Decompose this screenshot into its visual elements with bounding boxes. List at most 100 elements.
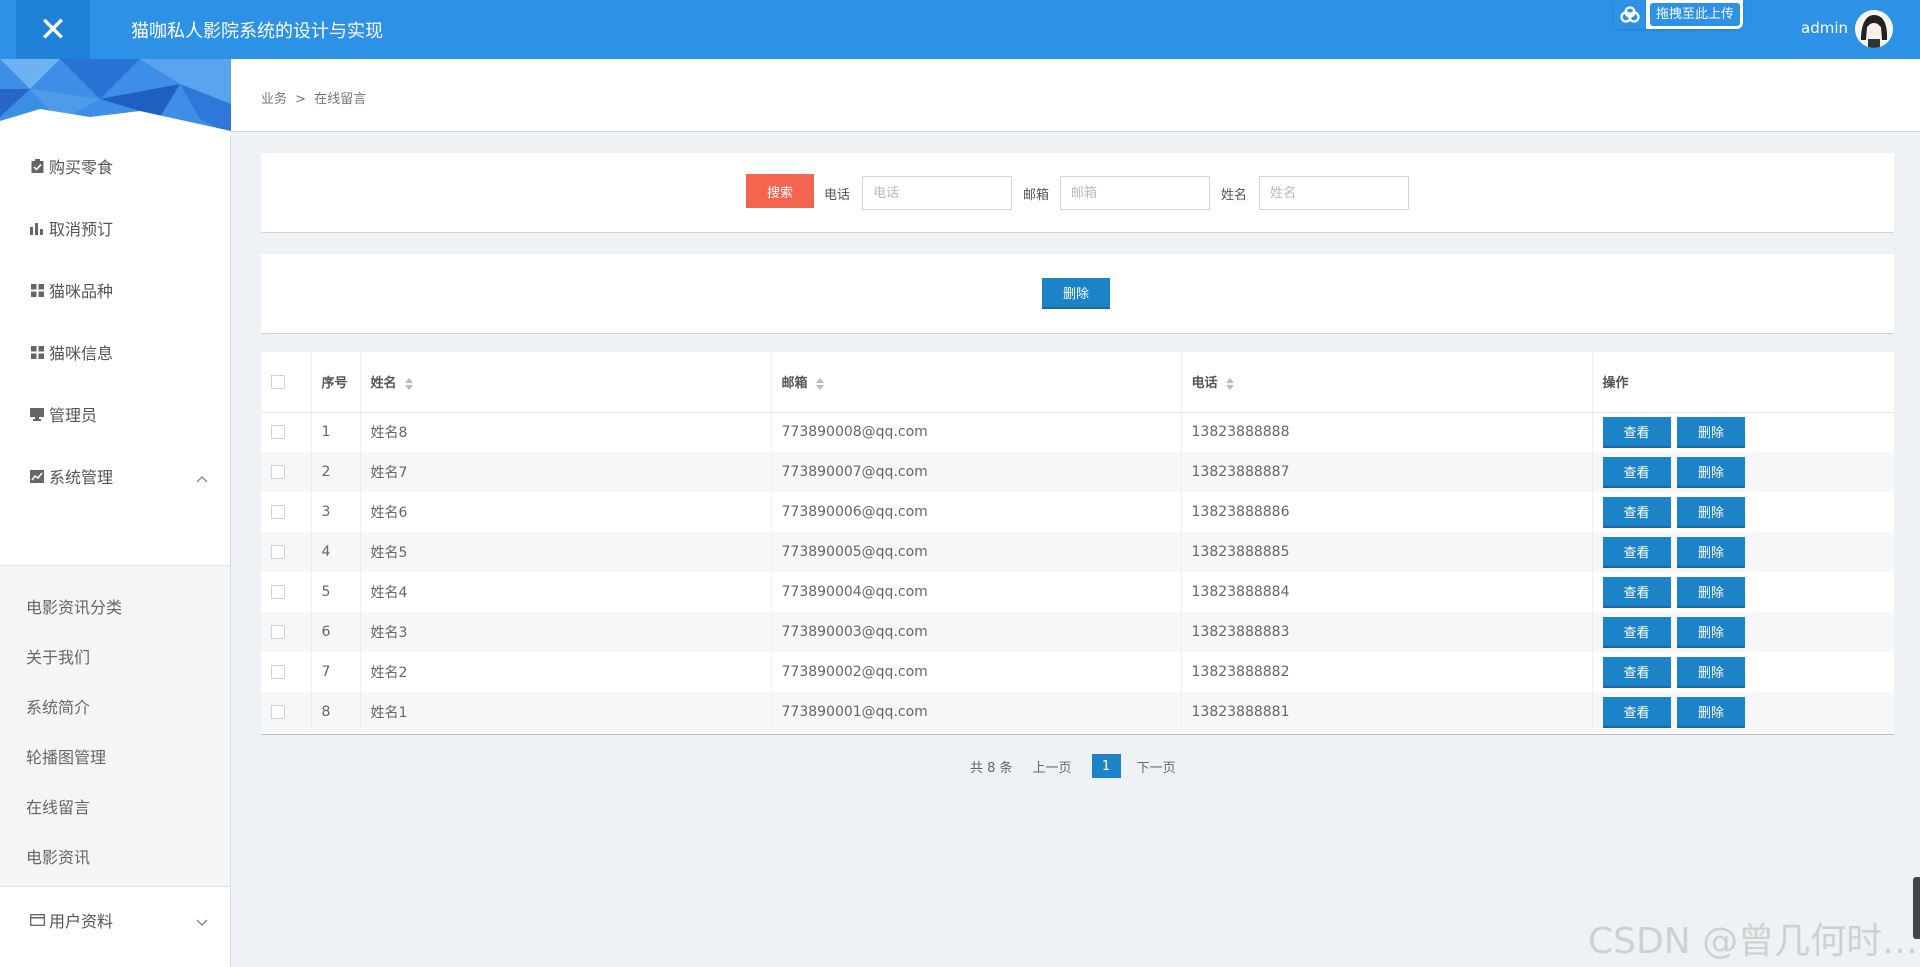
- row-name: 姓名7: [360, 452, 772, 492]
- app-title: 猫咖私人影院系统的设计与实现: [131, 21, 383, 42]
- pagination-total: 共 8 条: [970, 760, 1013, 776]
- sidebar-item-cat-breeds[interactable]: 猫咪品种: [0, 259, 230, 321]
- breadcrumb: 业务 > 在线留言: [261, 88, 366, 107]
- delete-button[interactable]: 删除: [1676, 536, 1745, 568]
- delete-button[interactable]: 删除: [1676, 576, 1745, 608]
- sidebar-item-label: 管理员: [49, 406, 98, 425]
- next-page-link[interactable]: 下一页: [1137, 757, 1176, 776]
- watermark: CSDN @曾几何时…: [1588, 921, 1919, 962]
- table-row: 6 姓名3 773890003@qq.com 13823888883 查看 删除: [261, 612, 1894, 652]
- chevron-up-icon: [196, 468, 208, 487]
- view-button[interactable]: 查看: [1602, 576, 1671, 608]
- current-page-button[interactable]: 1: [1091, 754, 1121, 778]
- prev-page-link[interactable]: 上一页: [1033, 757, 1072, 776]
- row-index: 2: [311, 452, 361, 492]
- row-checkbox[interactable]: [271, 465, 285, 479]
- close-menu-button[interactable]: ✕: [16, 0, 90, 59]
- row-email: 773890001@qq.com: [771, 692, 1182, 732]
- view-button[interactable]: 查看: [1602, 656, 1671, 688]
- email-search-input[interactable]: [1060, 176, 1210, 210]
- submenu-item-carousel-management[interactable]: 轮播图管理: [26, 744, 106, 768]
- sort-icon[interactable]: [404, 377, 413, 390]
- row-checkbox[interactable]: [271, 505, 285, 519]
- view-button[interactable]: 查看: [1602, 616, 1671, 648]
- messages-table: 序号 姓名 邮箱 电话 操作 1 姓名8 773890008@qq.com 13823…: [261, 352, 1894, 732]
- row-checkbox[interactable]: [271, 625, 285, 639]
- breadcrumb-parent[interactable]: 业务: [261, 92, 287, 107]
- row-select-cell: [261, 532, 312, 572]
- row-checkbox[interactable]: [271, 705, 285, 719]
- sidebar-item-user-profile[interactable]: 用户资料: [0, 889, 230, 951]
- grid-icon: [29, 344, 45, 360]
- delete-button[interactable]: 删除: [1676, 496, 1745, 528]
- view-button[interactable]: 查看: [1602, 536, 1671, 568]
- submenu-item-movie-news-category[interactable]: 电影资讯分类: [26, 594, 122, 618]
- delete-button[interactable]: 删除: [1676, 696, 1745, 728]
- select-all-checkbox[interactable]: [271, 374, 285, 389]
- submenu-item-online-messages[interactable]: 在线留言: [26, 794, 90, 818]
- column-header-name[interactable]: 姓名: [360, 352, 772, 413]
- delete-button[interactable]: 删除: [1676, 416, 1745, 448]
- name-search-input[interactable]: [1259, 176, 1409, 210]
- close-icon: ✕: [38, 9, 68, 50]
- scroll-handle[interactable]: [1913, 877, 1920, 939]
- row-checkbox[interactable]: [271, 545, 285, 559]
- search-button[interactable]: 搜索: [746, 174, 814, 208]
- view-button[interactable]: 查看: [1602, 456, 1671, 488]
- row-index: 5: [311, 572, 361, 612]
- row-email: 773890008@qq.com: [771, 412, 1182, 452]
- row-name: 姓名3: [360, 612, 772, 652]
- sidebar-item-system-management[interactable]: 系统管理: [0, 445, 230, 507]
- view-button[interactable]: 查看: [1602, 416, 1671, 448]
- delete-button[interactable]: 删除: [1676, 616, 1745, 648]
- sidebar-item-cat-info[interactable]: 猫咪信息: [0, 321, 230, 383]
- avatar[interactable]: [1855, 10, 1893, 48]
- column-header-actions: 操作: [1592, 352, 1894, 413]
- row-actions: 查看 删除: [1592, 492, 1894, 532]
- table-row: 5 姓名4 773890004@qq.com 13823888884 查看 删除: [261, 572, 1894, 612]
- row-select-cell: [261, 572, 312, 612]
- row-checkbox[interactable]: [271, 665, 285, 679]
- monitor-icon: [29, 406, 45, 422]
- view-button[interactable]: 查看: [1602, 496, 1671, 528]
- delete-button[interactable]: 删除: [1676, 656, 1745, 688]
- submenu-item-system-intro[interactable]: 系统简介: [26, 694, 90, 718]
- sort-icon[interactable]: [815, 377, 824, 390]
- id-card-icon: [29, 912, 45, 928]
- table-row: 3 姓名6 773890006@qq.com 13823888886 查看 删除: [261, 492, 1894, 532]
- table-row: 2 姓名7 773890007@qq.com 13823888887 查看 删除: [261, 452, 1894, 492]
- row-index: 4: [311, 532, 361, 572]
- sort-icon[interactable]: [1225, 377, 1234, 390]
- row-email: 773890006@qq.com: [771, 492, 1182, 532]
- submenu-item-about-us[interactable]: 关于我们: [26, 644, 90, 668]
- row-phone: 13823888886: [1181, 492, 1593, 532]
- upload-widget[interactable]: 拖拽至此上传: [1614, 0, 1743, 29]
- row-name: 姓名8: [360, 412, 772, 452]
- row-select-cell: [261, 452, 312, 492]
- table-body: 1 姓名8 773890008@qq.com 13823888888 查看 删除 2 姓名7…: [261, 412, 1894, 732]
- top-header: ✕ 猫咖私人影院系统的设计与实现 拖拽至此上传 admin: [0, 0, 1920, 59]
- column-header-email[interactable]: 邮箱: [771, 352, 1182, 413]
- table-row: 1 姓名8 773890008@qq.com 13823888888 查看 删除: [261, 412, 1894, 452]
- view-button[interactable]: 查看: [1602, 696, 1671, 728]
- sidebar-item-cancel-booking[interactable]: 取消预订: [0, 197, 230, 259]
- phone-search-input[interactable]: [862, 176, 1012, 210]
- sidebar-item-label: 取消预订: [49, 220, 114, 239]
- row-actions: 查看 删除: [1592, 612, 1894, 652]
- sidebar-item-buy-snacks[interactable]: 购买零食: [0, 135, 230, 197]
- column-header-phone[interactable]: 电话: [1181, 352, 1593, 413]
- row-checkbox[interactable]: [271, 585, 285, 599]
- bulk-delete-button[interactable]: 删除: [1042, 278, 1110, 309]
- delete-button[interactable]: 删除: [1676, 456, 1745, 488]
- row-phone: 13823888888: [1181, 412, 1593, 452]
- row-actions: 查看 删除: [1592, 692, 1894, 732]
- breadcrumb-bar: 业务 > 在线留言: [231, 59, 1920, 132]
- submenu-item-movie-news[interactable]: 电影资讯: [26, 844, 90, 868]
- row-select-cell: [261, 492, 312, 532]
- breadcrumb-separator: >: [295, 92, 307, 107]
- email-field-label: 邮箱: [1023, 188, 1050, 203]
- row-checkbox[interactable]: [271, 425, 285, 440]
- column-header-label: 姓名: [370, 376, 397, 392]
- sidebar-item-admin[interactable]: 管理员: [0, 383, 230, 445]
- user-name[interactable]: admin: [1801, 19, 1848, 37]
